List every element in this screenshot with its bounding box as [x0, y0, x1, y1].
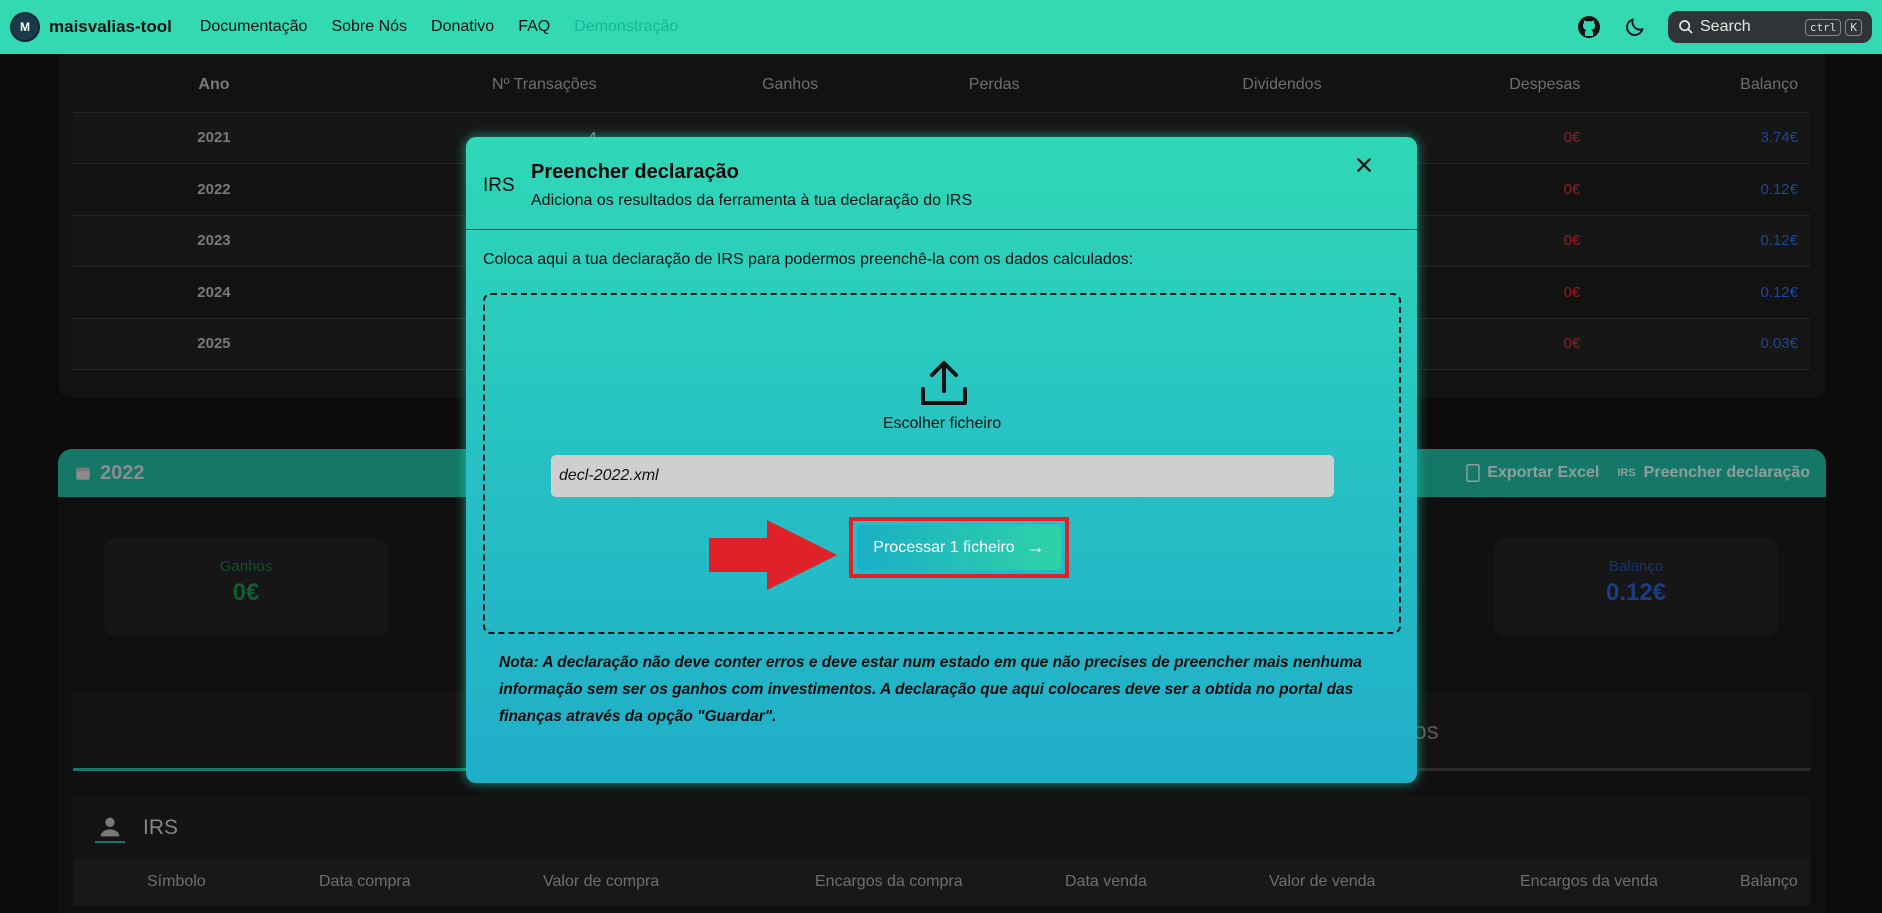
fill-declaration-modal: IRS Preencher declaração Adiciona os res…	[466, 137, 1417, 783]
search-box[interactable]: Search ctrl K	[1668, 11, 1872, 43]
process-files-label: Processar 1 ficheiro	[873, 538, 1015, 556]
moon-icon[interactable]	[1622, 14, 1648, 40]
upload-icon[interactable]	[919, 359, 969, 407]
selected-file-field[interactable]: decl-2022.xml	[551, 455, 1334, 497]
modal-title: Preencher declaração	[531, 161, 739, 183]
search-placeholder: Search	[1700, 18, 1751, 35]
process-files-button[interactable]: Processar 1 ficheiro →	[857, 525, 1061, 570]
modal-irs-tag: IRS	[483, 175, 515, 196]
file-dropzone[interactable]: Escolher ficheiro decl-2022.xml Processa…	[483, 293, 1401, 634]
top-navbar: M maisvalias-tool Documentação Sobre Nós…	[0, 0, 1882, 54]
modal-header: IRS Preencher declaração Adiciona os res…	[466, 137, 1417, 230]
red-arrow-annotation-icon	[709, 520, 837, 590]
nav-link-demonstracao[interactable]: Demonstração	[574, 18, 678, 36]
modal-intro-text: Coloca aqui a tua declaração de IRS para…	[483, 251, 1134, 268]
choose-file-label[interactable]: Escolher ficheiro	[485, 415, 1399, 433]
nav-link-sobre-nos[interactable]: Sobre Nós	[331, 18, 407, 36]
modal-note: Nota: A declaração não deve conter erros…	[499, 654, 1362, 725]
brand-logo-icon[interactable]: M	[10, 12, 40, 42]
shortcut-key-k: K	[1845, 18, 1862, 36]
nav-link-donativo[interactable]: Donativo	[431, 18, 494, 36]
brand-name[interactable]: maisvalias-tool	[49, 17, 172, 37]
nav-link-faq[interactable]: FAQ	[518, 18, 550, 36]
nav-link-documentacao[interactable]: Documentação	[200, 18, 308, 36]
shortcut-key-ctrl: ctrl	[1804, 18, 1842, 36]
modal-subtitle: Adiciona os resultados da ferramenta à t…	[531, 192, 973, 209]
arrow-right-icon: →	[1026, 537, 1045, 557]
github-icon[interactable]	[1576, 14, 1602, 40]
search-icon	[1679, 20, 1693, 34]
close-icon[interactable]	[1350, 151, 1378, 179]
